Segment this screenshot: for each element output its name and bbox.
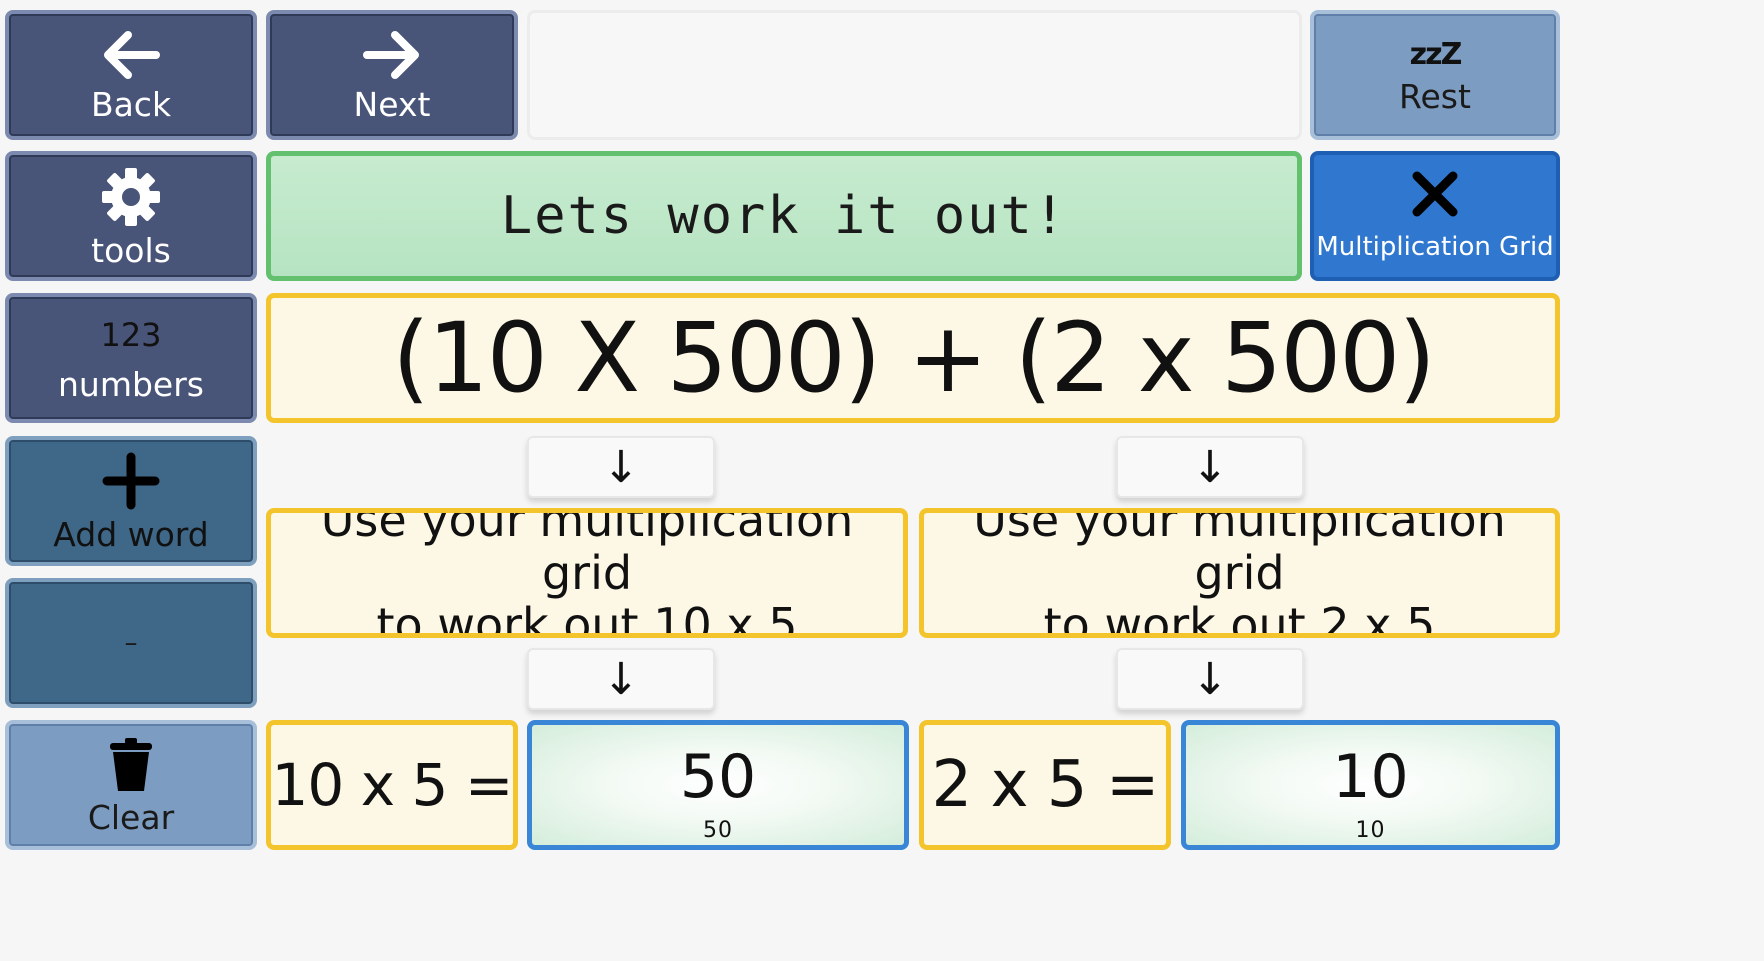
next-button[interactable]: Next <box>266 10 518 140</box>
multiplication-grid-label: Multiplication Grid <box>1316 232 1554 262</box>
clear-label: Clear <box>87 797 175 837</box>
instruction-right-line1: Use your multiplication grid <box>973 508 1506 600</box>
numbers-button[interactable]: 123 numbers <box>5 293 257 423</box>
next-label: Next <box>353 84 431 124</box>
arrow-down-left-1: ↓ <box>527 436 715 498</box>
add-word-label: Add word <box>53 514 209 554</box>
rest-label: Rest <box>1399 77 1471 116</box>
arrow-down-icon: ↓ <box>602 441 640 493</box>
plus-icon <box>102 452 160 509</box>
minus-button[interactable]: – <box>5 578 257 708</box>
equation-box[interactable]: (10 X 500) + (2 x 500) <box>266 293 1560 423</box>
tools-button[interactable]: tools <box>5 151 257 281</box>
work-it-out-banner[interactable]: Lets work it out! <box>266 151 1302 281</box>
arrow-left-icon <box>104 30 160 79</box>
banner-text: Lets work it out! <box>500 186 1068 246</box>
back-label: Back <box>90 84 172 124</box>
answer-left[interactable]: 50 50 <box>527 720 909 850</box>
arrow-down-right-2: ↓ <box>1116 648 1304 710</box>
back-button[interactable]: Back <box>5 10 257 140</box>
answer-left-small: 50 <box>703 817 733 843</box>
tools-label: tools <box>91 230 171 270</box>
arrow-down-icon: ↓ <box>1191 441 1229 493</box>
expression-right[interactable]: 2 x 5 = <box>919 720 1171 850</box>
close-x-icon <box>1412 171 1458 217</box>
instruction-left[interactable]: Use your multiplication grid to work out… <box>266 508 908 638</box>
multiplication-grid-button[interactable]: Multiplication Grid <box>1310 151 1560 281</box>
arrow-down-icon: ↓ <box>1191 653 1229 705</box>
message-area <box>527 10 1302 140</box>
arrow-right-icon <box>363 30 419 79</box>
trash-icon <box>110 737 152 791</box>
instruction-left-line1: Use your multiplication grid <box>320 508 854 600</box>
numbers-label: numbers <box>58 364 204 404</box>
arrow-down-right-1: ↓ <box>1116 436 1304 498</box>
arrow-down-left-2: ↓ <box>527 648 715 710</box>
gear-icon <box>102 167 160 226</box>
answer-right-value: 10 <box>1332 741 1409 812</box>
instruction-right[interactable]: Use your multiplication grid to work out… <box>919 508 1560 638</box>
minus-label: – <box>124 628 138 658</box>
equation-text: (10 X 500) + (2 x 500) <box>392 302 1436 414</box>
answer-right-small: 10 <box>1355 817 1386 843</box>
instruction-right-line2: to work out 2 x 5 <box>1043 598 1436 638</box>
clear-button[interactable]: Clear <box>5 720 257 850</box>
numbers-123-icon: 123 <box>100 315 162 354</box>
expression-right-text: 2 x 5 = <box>931 748 1160 822</box>
expression-left[interactable]: 10 x 5 = <box>266 720 518 850</box>
rest-button[interactable]: zzZ Rest <box>1310 10 1560 140</box>
expression-left-text: 10 x 5 = <box>271 751 513 819</box>
instruction-left-line2: to work out 10 x 5 <box>376 598 798 638</box>
answer-left-value: 50 <box>679 741 757 812</box>
answer-right[interactable]: 10 10 <box>1181 720 1560 850</box>
arrow-down-icon: ↓ <box>602 653 640 705</box>
add-word-button[interactable]: Add word <box>5 436 257 566</box>
sleep-zzz-icon: zzZ <box>1409 37 1463 72</box>
